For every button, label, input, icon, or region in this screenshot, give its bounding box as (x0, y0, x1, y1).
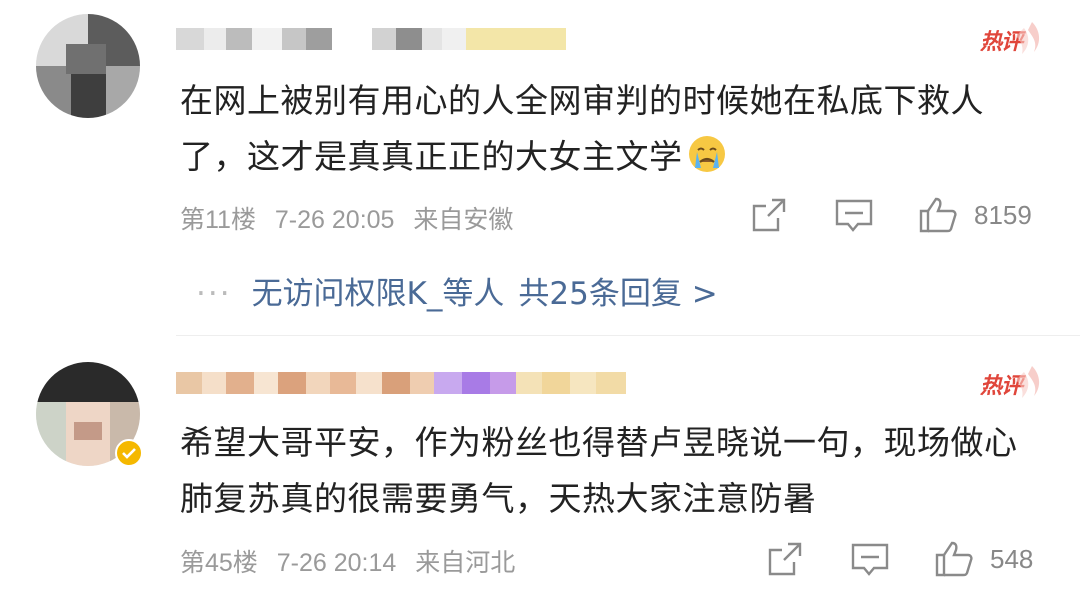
comment-divider (176, 335, 1080, 336)
comment-text: 在网上被别有用心的人全网审判的时候她在私底下救人了，这才是真真正正的大女主文学 (180, 81, 984, 176)
username-blurred[interactable] (176, 372, 626, 394)
flame-decoration-icon (1016, 22, 1040, 54)
verified-badge-icon (115, 439, 143, 467)
share-icon[interactable] (750, 196, 788, 234)
like-thumb-icon[interactable] (918, 196, 958, 234)
timestamp: 7-26 20:05 (274, 206, 395, 234)
avatar[interactable] (36, 14, 140, 118)
reply-count: 共25条回复 > (518, 276, 718, 312)
like-count: 8159 (974, 200, 1032, 230)
location: 来自安徽 (413, 206, 514, 234)
hot-comment-badge: 热评 (978, 362, 1044, 404)
floor-number: 第11楼 (180, 206, 256, 234)
like-thumb-icon[interactable] (934, 540, 974, 578)
location: 来自河北 (415, 549, 516, 577)
like-count: 548 (990, 544, 1034, 574)
comment-text: 希望大哥平安，作为粉丝也得替卢昱晓说一句，现场做心肺复苏真的很需要勇气，天热大家… (180, 423, 1018, 518)
floor-number: 第45楼 (180, 549, 258, 577)
comment-reply-icon[interactable] (850, 542, 890, 578)
share-icon[interactable] (766, 540, 804, 578)
reply-users: 无访问权限K_等人 (251, 276, 505, 312)
username-blurred[interactable] (176, 28, 566, 50)
comment-actions: 548 (766, 540, 1066, 580)
reply-summary-link[interactable]: ··· 无访问权限K_等人 共25条回复 > (196, 268, 718, 313)
comment-meta: 第11楼 7-26 20:05 来自安徽 (180, 200, 513, 236)
comment-meta: 第45楼 7-26 20:14 来自河北 (180, 543, 515, 579)
hot-comment-badge: 热评 (978, 18, 1044, 60)
comment-actions: 8159 (750, 196, 1060, 236)
timestamp: 7-26 20:14 (276, 549, 397, 577)
comment-reply-icon[interactable] (834, 198, 874, 234)
crying-face-emoji-icon (687, 134, 727, 174)
flame-decoration-icon (1016, 366, 1040, 398)
